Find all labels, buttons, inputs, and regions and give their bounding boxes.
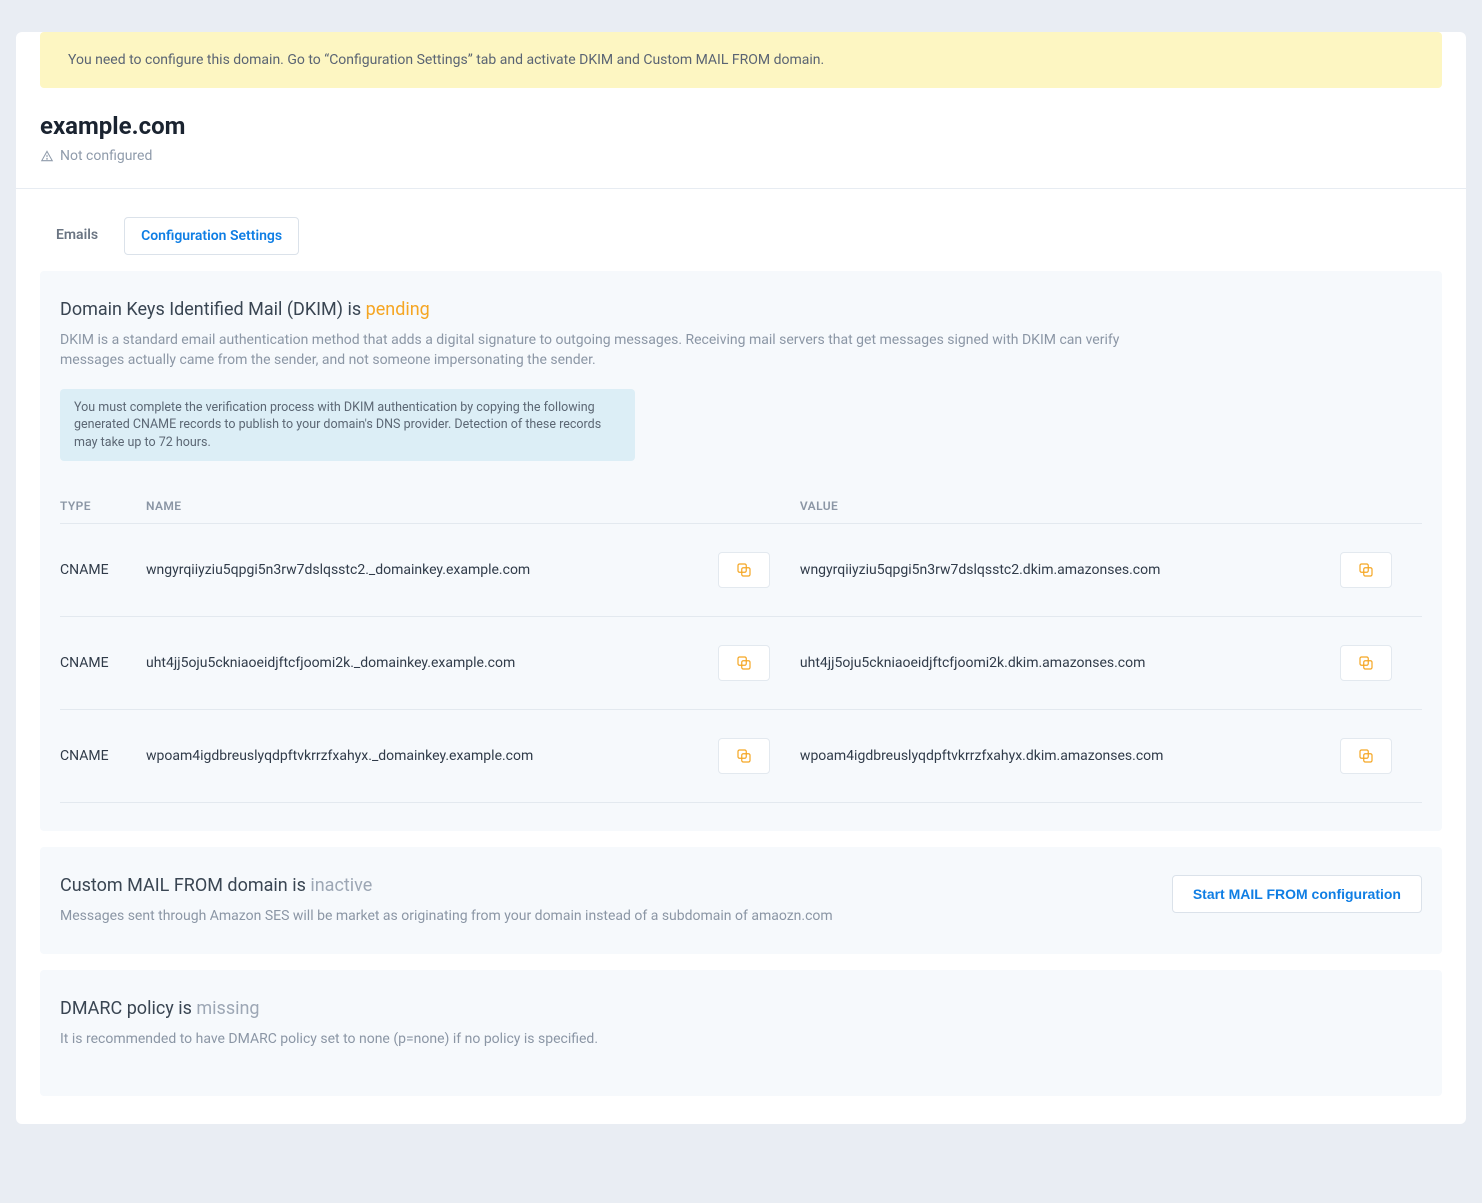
copy-icon xyxy=(735,747,753,765)
dmarc-heading: DMARC policy is missing xyxy=(60,998,1422,1019)
copy-name-button[interactable] xyxy=(718,645,770,681)
dkim-status: pending xyxy=(366,299,430,320)
record-name: uht4jj5oju5ckniaoeidjftcfjoomi2k._domain… xyxy=(146,655,515,671)
start-mailfrom-button[interactable]: Start MAIL FROM configuration xyxy=(1172,875,1422,913)
cell-name: wngyrqiiyziu5qpgi5n3rw7dslqsstc2._domain… xyxy=(146,524,800,617)
cell-type: CNAME xyxy=(60,710,146,803)
col-name: NAME xyxy=(146,489,800,524)
cell-name: wpoam4igdbreuslyqdpftvkrrzfxahyx._domain… xyxy=(146,710,800,803)
tab-configuration-settings[interactable]: Configuration Settings xyxy=(124,217,299,255)
copy-icon xyxy=(735,654,753,672)
tab-emails[interactable]: Emails xyxy=(40,217,114,255)
domain-header: example.com Not configured xyxy=(16,88,1466,176)
dkim-section: Domain Keys Identified Mail (DKIM) is pe… xyxy=(40,271,1442,831)
warning-triangle-icon xyxy=(40,149,54,163)
config-alert: You need to configure this domain. Go to… xyxy=(40,32,1442,88)
dmarc-status: missing xyxy=(196,998,259,1019)
col-value: VALUE xyxy=(800,489,1422,524)
domain-status-text: Not configured xyxy=(60,148,152,164)
copy-name-button[interactable] xyxy=(718,552,770,588)
record-value: wpoam4igdbreuslyqdpftvkrrzfxahyx.dkim.am… xyxy=(800,748,1164,764)
alert-text: You need to configure this domain. Go to… xyxy=(68,52,824,68)
domain-name: example.com xyxy=(40,112,1442,140)
dkim-info-box: You must complete the verification proce… xyxy=(60,389,635,462)
cell-name: uht4jj5oju5ckniaoeidjftcfjoomi2k._domain… xyxy=(146,617,800,710)
copy-icon xyxy=(1357,561,1375,579)
mailfrom-section: Custom MAIL FROM domain is inactive Mess… xyxy=(40,847,1442,954)
dkim-records-table: TYPE NAME VALUE CNAMEwngyrqiiyziu5qpgi5n… xyxy=(60,489,1422,803)
copy-value-button[interactable] xyxy=(1340,738,1392,774)
col-type: TYPE xyxy=(60,489,146,524)
copy-name-button[interactable] xyxy=(718,738,770,774)
tabs: Emails Configuration Settings xyxy=(16,201,1466,255)
separator xyxy=(16,188,1466,189)
mailfrom-status: inactive xyxy=(310,875,372,896)
record-value: uht4jj5oju5ckniaoeidjftcfjoomi2k.dkim.am… xyxy=(800,655,1145,671)
dmarc-heading-prefix: DMARC policy is xyxy=(60,998,196,1019)
record-name: wpoam4igdbreuslyqdpftvkrrzfxahyx._domain… xyxy=(146,748,533,764)
copy-icon xyxy=(735,561,753,579)
table-row: CNAMEuht4jj5oju5ckniaoeidjftcfjoomi2k._d… xyxy=(60,617,1422,710)
record-name: wngyrqiiyziu5qpgi5n3rw7dslqsstc2._domain… xyxy=(146,562,530,578)
table-row: CNAMEwngyrqiiyziu5qpgi5n3rw7dslqsstc2._d… xyxy=(60,524,1422,617)
page-card: You need to configure this domain. Go to… xyxy=(16,32,1466,1124)
dmarc-section: DMARC policy is missing It is recommende… xyxy=(40,970,1442,1095)
record-value: wngyrqiiyziu5qpgi5n3rw7dslqsstc2.dkim.am… xyxy=(800,562,1160,578)
cell-type: CNAME xyxy=(60,617,146,710)
cell-value: wpoam4igdbreuslyqdpftvkrrzfxahyx.dkim.am… xyxy=(800,710,1422,803)
table-row: CNAMEwpoam4igdbreuslyqdpftvkrrzfxahyx._d… xyxy=(60,710,1422,803)
mailfrom-heading: Custom MAIL FROM domain is inactive xyxy=(60,875,1152,896)
domain-status: Not configured xyxy=(40,148,1442,164)
copy-icon xyxy=(1357,747,1375,765)
mailfrom-description: Messages sent through Amazon SES will be… xyxy=(60,906,1152,926)
copy-value-button[interactable] xyxy=(1340,552,1392,588)
cell-value: wngyrqiiyziu5qpgi5n3rw7dslqsstc2.dkim.am… xyxy=(800,524,1422,617)
dkim-heading-prefix: Domain Keys Identified Mail (DKIM) is xyxy=(60,299,366,320)
mailfrom-heading-prefix: Custom MAIL FROM domain is xyxy=(60,875,310,896)
dkim-heading: Domain Keys Identified Mail (DKIM) is pe… xyxy=(60,299,1422,320)
copy-value-button[interactable] xyxy=(1340,645,1392,681)
copy-icon xyxy=(1357,654,1375,672)
dkim-description: DKIM is a standard email authentication … xyxy=(60,330,1160,371)
cell-value: uht4jj5oju5ckniaoeidjftcfjoomi2k.dkim.am… xyxy=(800,617,1422,710)
cell-type: CNAME xyxy=(60,524,146,617)
dmarc-description: It is recommended to have DMARC policy s… xyxy=(60,1029,1160,1049)
